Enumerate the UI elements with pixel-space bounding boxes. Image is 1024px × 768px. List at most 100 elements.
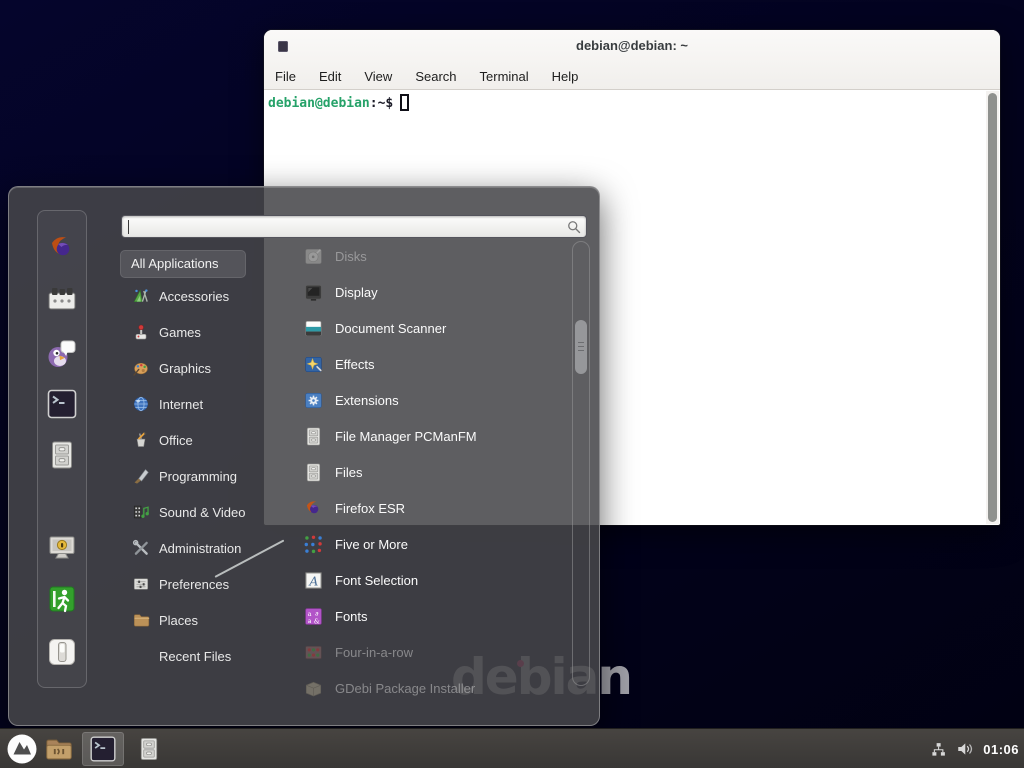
shutdown-icon — [46, 636, 78, 668]
fonts-icon — [303, 606, 324, 627]
category-places[interactable]: Places — [113, 602, 273, 638]
app-label: Extensions — [335, 393, 399, 408]
category-label: Internet — [159, 397, 203, 412]
app-file-manager-pcmanfm[interactable]: File Manager PCManFM — [287, 418, 575, 454]
app-label: Disks — [335, 249, 367, 264]
app-five-or-more[interactable]: Five or More — [287, 526, 575, 562]
favorite-file-manager[interactable] — [46, 439, 78, 471]
menu-scrollbar-thumb[interactable] — [575, 320, 587, 374]
application-list: Disks Display Document Scanner Effects E… — [287, 238, 575, 706]
menu-search-box — [121, 215, 587, 238]
logout-button[interactable] — [46, 583, 78, 615]
firefox-icon — [46, 232, 78, 264]
display-icon — [303, 282, 324, 303]
category-recent-files[interactable]: Recent Files — [113, 638, 273, 674]
font-selection-icon — [303, 570, 324, 591]
favorite-volume-mixer[interactable] — [46, 283, 78, 315]
favorite-firefox[interactable] — [46, 232, 78, 264]
app-firefox-esr[interactable]: Firefox ESR — [287, 490, 575, 526]
app-label: Effects — [335, 357, 375, 372]
accessories-icon — [132, 287, 150, 305]
menu-file[interactable]: File — [272, 67, 299, 86]
category-accessories[interactable]: Accessories — [113, 278, 273, 314]
terminal-scrollbar[interactable] — [986, 91, 999, 524]
category-label: Administration — [159, 541, 241, 556]
category-graphics[interactable]: Graphics — [113, 350, 273, 386]
graphics-icon — [132, 359, 150, 377]
favorite-pidgin[interactable] — [46, 336, 78, 368]
app-effects[interactable]: Effects — [287, 346, 575, 382]
category-label: Accessories — [159, 289, 229, 304]
desktop: debian debian@debian: ~ File Edit View S… — [0, 0, 1024, 768]
effects-icon — [303, 354, 324, 375]
app-display[interactable]: Display — [287, 274, 575, 310]
category-preferences[interactable]: Preferences — [113, 566, 273, 602]
app-label: Fonts — [335, 609, 368, 624]
terminal-cursor — [400, 94, 409, 111]
terminal-titlebar[interactable]: debian@debian: ~ — [264, 30, 1000, 62]
app-files[interactable]: Files — [287, 454, 575, 490]
lock-screen-icon — [46, 531, 78, 563]
category-office[interactable]: Office — [113, 422, 273, 458]
clock[interactable]: 01:06 — [983, 742, 1019, 757]
search-input[interactable] — [128, 217, 558, 236]
shutdown-button[interactable] — [46, 636, 78, 668]
volume-icon[interactable] — [956, 740, 974, 758]
file-cabinet-icon — [303, 462, 324, 483]
four-in-a-row-icon — [303, 642, 324, 663]
menu-search[interactable]: Search — [412, 67, 459, 86]
category-label: Sound & Video — [159, 505, 246, 520]
disks-icon — [303, 246, 324, 267]
terminal-icon — [46, 388, 78, 420]
category-list: Accessories Games Graphics Internet Offi… — [113, 278, 273, 674]
network-icon[interactable] — [930, 741, 947, 758]
no-icon — [132, 647, 150, 665]
file-cabinet-icon — [136, 736, 162, 762]
category-sound-video[interactable]: Sound & Video — [113, 494, 273, 530]
places-folder-icon — [132, 611, 150, 629]
menu-scrollbar[interactable] — [572, 241, 590, 686]
taskbar: 01:06 — [0, 728, 1024, 768]
app-extensions[interactable]: Extensions — [287, 382, 575, 418]
logout-icon — [46, 583, 78, 615]
terminal-title: debian@debian: ~ — [264, 38, 1000, 53]
category-internet[interactable]: Internet — [113, 386, 273, 422]
app-label: Five or More — [335, 537, 408, 552]
app-label: Four-in-a-row — [335, 645, 413, 660]
menu-view[interactable]: View — [361, 67, 395, 86]
app-disks[interactable]: Disks — [287, 238, 575, 274]
administration-icon — [132, 539, 150, 557]
search-icon — [566, 219, 582, 235]
five-or-more-icon — [303, 534, 324, 555]
menu-help[interactable]: Help — [549, 67, 582, 86]
category-label: Graphics — [159, 361, 211, 376]
app-gdebi-package-installer[interactable]: GDebi Package Installer — [287, 670, 575, 706]
category-games[interactable]: Games — [113, 314, 273, 350]
terminal-menubar: File Edit View Search Terminal Help — [272, 62, 581, 90]
terminal-icon — [89, 735, 117, 763]
app-fonts[interactable]: Fonts — [287, 598, 575, 634]
favorites-sidebar — [37, 210, 87, 688]
taskbar-window-terminal[interactable] — [82, 732, 124, 766]
app-label: Display — [335, 285, 378, 300]
search-caret — [128, 220, 129, 234]
menu-terminal[interactable]: Terminal — [477, 67, 532, 86]
category-administration[interactable]: Administration — [113, 530, 273, 566]
category-label: Places — [159, 613, 198, 628]
taskbar-window-files[interactable] — [132, 732, 166, 766]
app-label: File Manager PCManFM — [335, 429, 477, 444]
app-document-scanner[interactable]: Document Scanner — [287, 310, 575, 346]
app-four-in-a-row[interactable]: Four-in-a-row — [287, 634, 575, 670]
terminal-scrollbar-thumb[interactable] — [988, 93, 997, 522]
lock-screen-button[interactable] — [46, 531, 78, 563]
menu-launcher-button[interactable] — [4, 732, 40, 766]
favorite-terminal[interactable] — [46, 388, 78, 420]
taskbar-folder-launcher[interactable] — [42, 732, 76, 766]
category-programming[interactable]: Programming — [113, 458, 273, 494]
category-label: Preferences — [159, 577, 229, 592]
filter-all-applications[interactable]: All Applications — [120, 250, 246, 278]
app-font-selection[interactable]: Font Selection — [287, 562, 575, 598]
menu-edit[interactable]: Edit — [316, 67, 344, 86]
application-menu: All Applications Accessories Games Graph… — [8, 186, 600, 726]
prompt-user-host: debian@debian — [268, 96, 370, 111]
